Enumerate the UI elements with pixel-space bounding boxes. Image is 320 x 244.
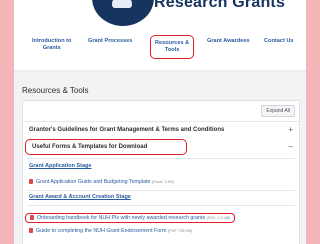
document-link[interactable]: Grant Application Guide and Budgeting Te… [29,179,174,185]
nav-contact-us[interactable]: Contact Us [264,38,294,45]
nav-grant-awardees[interactable]: Grant Awardees [207,38,250,45]
document-name: Guide to completing the NUH Grant Endors… [36,228,167,234]
nav-label-line1: Introduction to [32,38,72,44]
document-meta: (Excel, 3 KB) [151,180,175,184]
divider [27,158,295,159]
research-grants-logo[interactable] [92,0,154,26]
nav-label-line1: Resources & [155,40,190,46]
divider [27,205,295,206]
document-meta: (PDF, 755 KB) [167,229,193,233]
site-title[interactable]: Research Grants [154,0,285,12]
main-nav: Introduction to Grants Grant Processes R… [14,35,306,66]
stage-title: Grant Award & Account Creation Stage [29,194,131,200]
accordion-useful-forms-toggle[interactable]: – [279,139,299,155]
accordion-useful-forms[interactable]: Useful Forms & Templates for Download [25,139,187,155]
document-name: Grant Application Guide and Budgeting Te… [36,179,151,185]
document-meta: (PDF, 1.2 MB) [206,216,231,220]
nav-label-line2: Grants [42,45,61,51]
nav-label-line1: Grant Awardees [207,38,250,44]
document-icon [29,179,33,185]
accordion-grantor-guidelines[interactable]: Grantor's Guidelines for Grant Managemen… [23,121,299,138]
browser-window: Research Grants Introduction to Grants G… [14,0,306,244]
expand-all-button[interactable]: Expand All [261,105,295,117]
nav-grant-processes[interactable]: Grant Processes [88,38,132,45]
nav-label-line2: Tools [164,47,180,53]
nav-resources-tools[interactable]: Resources & Tools [150,35,195,59]
document-icon [29,228,33,234]
resources-panel: Expand All Grantor's Guidelines for Gran… [22,100,300,244]
plus-icon[interactable]: + [288,122,293,138]
nav-introduction-to-grants[interactable]: Introduction to Grants [32,38,71,52]
document-icon [30,215,34,221]
minus-icon[interactable]: – [289,139,293,155]
document-link[interactable]: Guide to completing the NUH Grant Endors… [29,228,192,234]
nav-label-line1: Contact Us [264,38,294,44]
document-name: Onboarding handbook for NUH PIs with new… [37,215,206,221]
document-link[interactable]: Onboarding handbook for NUH PIs with new… [25,213,236,223]
accordion-label: Grantor's Guidelines for Grant Managemen… [29,127,225,133]
nav-label-line1: Grant Processes [88,38,133,44]
page-title: Resources & Tools [22,86,89,95]
stage-title: Grant Application Stage [29,163,92,169]
main-content: Resources & Tools Expand All Grantor's G… [14,72,306,244]
accordion-label: Useful Forms & Templates for Download [32,144,148,150]
divider [27,190,295,191]
hand-icon [112,0,132,8]
site-header: Research Grants Introduction to Grants G… [14,0,306,72]
